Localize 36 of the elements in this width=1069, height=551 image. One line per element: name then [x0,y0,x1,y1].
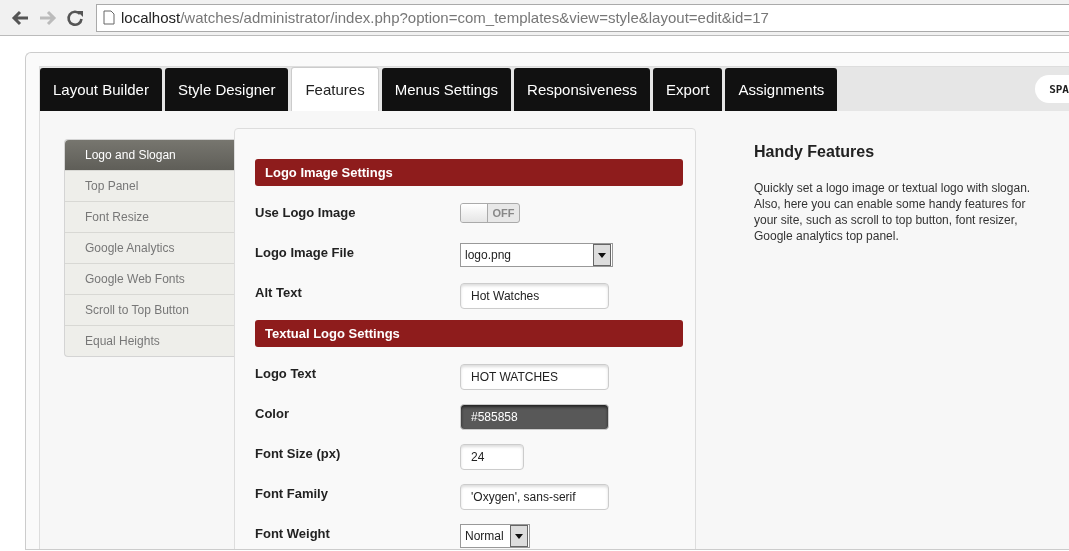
field-label: Use Logo Image [255,204,357,222]
logo: SPA [1035,75,1069,103]
input-field[interactable]: HOT WATCHES [460,364,609,390]
back-icon[interactable] [10,8,30,27]
reload-icon[interactable] [66,8,84,27]
section-header: Textual Logo Settings [255,320,683,347]
field-label: Logo Text [255,365,318,383]
input-field[interactable]: Hot Watches [460,283,609,309]
dropdown[interactable]: Normal [460,524,530,548]
input-field[interactable]: 'Oxygen', sans-serif [460,484,609,510]
dropdown[interactable]: logo.png [460,243,613,267]
page-icon [103,10,115,25]
sidebar-item[interactable]: Equal Heights [65,326,234,356]
field-label: Font Family [255,485,329,503]
input-field[interactable]: 24 [460,444,524,470]
field-label: Logo Image File [255,244,355,262]
caret-icon [514,533,523,539]
url-text: localhost/watches/administrator/index.php?option=com_templates&view=style&layout=edit&id=17 [121,9,769,26]
tab[interactable]: Layout Builder [40,68,162,111]
tab[interactable]: Assignments [725,68,838,111]
sidebar-item[interactable]: Logo and Slogan [65,140,234,171]
help-title: Handy Features [754,143,876,161]
tab[interactable]: Features [291,67,379,111]
tab[interactable]: Style Designer [164,68,289,111]
field-label: Alt Text [255,284,303,302]
address-bar[interactable]: localhost/watches/administrator/index.php?option=com_templates&view=style&layout=edit&id=17 [96,3,1069,32]
field-label: Font Weight [255,525,331,543]
tab[interactable]: Export [653,68,723,111]
help-text: Quickly set a logo image or textual logo with slogan. Also, here you can enable some handy features for your site, such as scroll to top button, font resizer, Google analytics top panel. [754,180,1032,244]
tab[interactable]: Menus Settings [381,68,512,111]
field-label: Color [255,405,290,423]
caret-icon [598,252,606,258]
field-label: Font Size (px) [255,445,342,463]
color-field[interactable]: #585858 [460,404,609,430]
section-header: Logo Image Settings [255,159,683,186]
tab[interactable]: Responsiveness [514,68,651,111]
